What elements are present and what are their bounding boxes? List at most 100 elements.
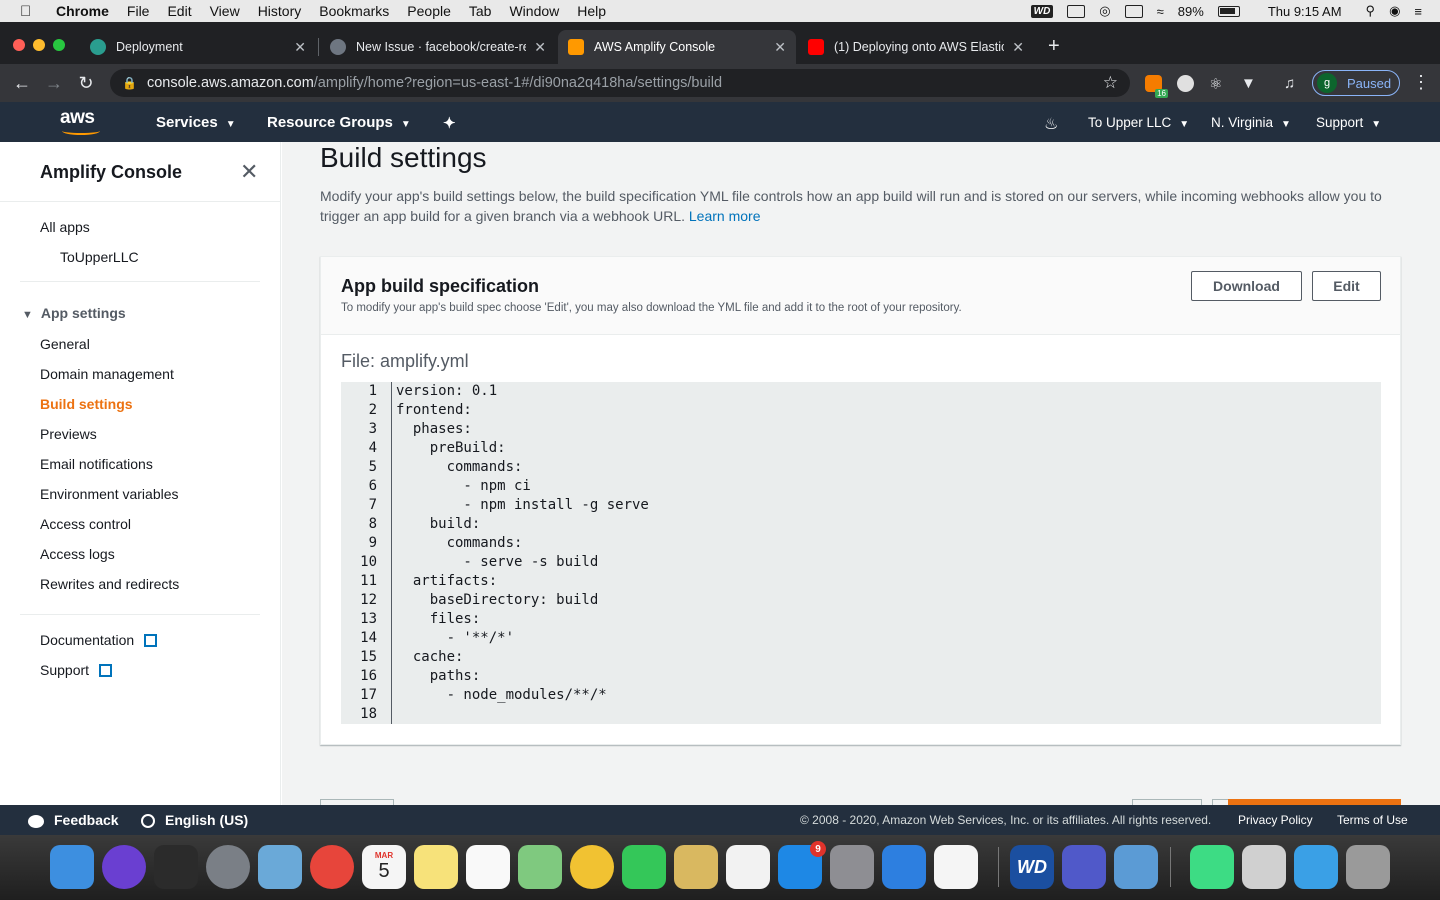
battery-icon[interactable] — [1217, 5, 1240, 17]
code-line[interactable]: paths: — [396, 668, 481, 684]
display-status-icon[interactable] — [1067, 4, 1086, 18]
code-line[interactable]: - npm install -g serve — [396, 497, 648, 513]
tab-aws-amplify-console[interactable]: AWS Amplify Console ✕ — [558, 30, 796, 64]
textedit-icon[interactable] — [726, 845, 770, 889]
trash-icon[interactable] — [1346, 845, 1390, 889]
forward-arrow-icon[interactable]: → — [38, 73, 70, 94]
code-line[interactable]: version: 0.1 — [396, 383, 497, 399]
bookmark-star-icon[interactable]: ☆ — [1103, 73, 1118, 93]
sidebar-item-email-notifications[interactable]: Email notifications — [40, 456, 153, 472]
wd-icon[interactable]: WD — [1010, 845, 1054, 889]
globe-status-icon[interactable]: ◎ — [1099, 3, 1110, 19]
bell-icon[interactable]: ♨ — [1044, 114, 1058, 134]
apple-icon[interactable]:  — [20, 3, 36, 20]
sidebar-section-app-settings[interactable]: ▼ App settings — [22, 305, 126, 321]
sidebar-item-rewrites-redirects[interactable]: Rewrites and redirects — [40, 576, 179, 592]
extension-icon[interactable] — [1177, 75, 1194, 92]
file-archive-icon[interactable] — [1242, 845, 1286, 889]
address-bar[interactable]: 🔒 console.aws.amazon.com/amplify/home?re… — [110, 69, 1130, 97]
close-tab-icon[interactable]: ✕ — [774, 39, 786, 56]
teams-icon[interactable] — [1062, 845, 1106, 889]
menu-file[interactable]: File — [127, 3, 150, 19]
notification-center-icon[interactable]: ≡ — [1414, 4, 1422, 19]
react-devtools-icon[interactable]: ⚛ — [1209, 75, 1226, 93]
resource-groups-menu[interactable]: Resource Groups ▼ — [267, 114, 411, 131]
zoom-window-button[interactable] — [53, 39, 65, 51]
code-line[interactable]: commands: — [396, 535, 523, 551]
tab-youtube[interactable]: (1) Deploying onto AWS Elastic Beanstalk… — [798, 30, 1034, 64]
news-icon[interactable] — [934, 845, 978, 889]
wifi-icon[interactable]: ≈ — [1157, 4, 1164, 19]
airplay-icon[interactable] — [1124, 4, 1143, 18]
sidebar-item-build-settings[interactable]: Build settings — [40, 396, 133, 412]
chrome-icon[interactable] — [310, 845, 354, 889]
preview-icon[interactable] — [258, 845, 302, 889]
menu-people[interactable]: People — [407, 3, 451, 19]
launchpad-icon[interactable] — [206, 845, 250, 889]
code-line[interactable]: build: — [396, 516, 481, 532]
new-tab-icon[interactable]: + — [1048, 35, 1060, 58]
code-line[interactable]: phases: — [396, 421, 472, 437]
photos-icon[interactable] — [570, 845, 614, 889]
menu-history[interactable]: History — [258, 3, 302, 19]
sidebar-item-app[interactable]: ToUpperLLC — [60, 249, 139, 265]
code-line[interactable]: frontend: — [396, 402, 472, 418]
menu-app-name[interactable]: Chrome — [56, 3, 109, 19]
language-selector[interactable]: English (US) — [141, 812, 248, 829]
sidebar-item-access-logs[interactable]: Access logs — [40, 546, 115, 562]
sidebar-item-support[interactable]: Support — [40, 662, 113, 678]
code-line[interactable]: - node_modules/**/* — [396, 687, 607, 703]
services-menu[interactable]: Services ▼ — [156, 114, 236, 131]
sidebar-item-environment-variables[interactable]: Environment variables — [40, 486, 179, 502]
menu-window[interactable]: Window — [509, 3, 559, 19]
code-editor[interactable]: 1 2 3 4 5 6 7 8 9 10 11 12 13 14 15 16 17 18 version: 0.1… — [341, 382, 1381, 724]
extension-badge-icon[interactable]: 16 — [1145, 75, 1168, 98]
activity-monitor-icon[interactable] — [154, 845, 198, 889]
download-button[interactable]: Download — [1191, 271, 1302, 301]
xcode-icon[interactable] — [882, 845, 926, 889]
sidebar-item-domain-management[interactable]: Domain management — [40, 366, 174, 382]
image-capture-icon[interactable] — [1114, 845, 1158, 889]
learn-more-link[interactable]: Learn more — [689, 208, 761, 224]
sidebar-item-all-apps[interactable]: All apps — [40, 219, 90, 235]
code-line[interactable]: - serve -s build — [396, 554, 598, 570]
menu-help[interactable]: Help — [577, 3, 606, 19]
close-icon[interactable]: ✕ — [240, 159, 258, 185]
tab-new-issue[interactable]: New Issue · facebook/create-react-app ✕ — [320, 30, 556, 64]
edit-button[interactable]: Edit — [1312, 271, 1381, 301]
support-menu[interactable]: Support ▼ — [1316, 115, 1381, 130]
facetime-icon[interactable] — [622, 845, 666, 889]
close-tab-icon[interactable]: ✕ — [1012, 39, 1024, 56]
finder-icon[interactable] — [50, 845, 94, 889]
sidebar-item-access-control[interactable]: Access control — [40, 516, 131, 532]
minimize-window-button[interactable] — [33, 39, 45, 51]
account-menu[interactable]: To Upper LLC ▼ — [1088, 115, 1189, 130]
battery-percent[interactable]: 89% — [1178, 4, 1204, 19]
notes-icon[interactable] — [414, 845, 458, 889]
back-arrow-icon[interactable]: ← — [6, 73, 38, 94]
folder-icon[interactable] — [1294, 845, 1338, 889]
spotlight-icon[interactable]: ⚲ — [1366, 3, 1376, 19]
code-line[interactable]: - '**/*' — [396, 630, 514, 646]
clock[interactable]: Thu 9:15 AM — [1268, 4, 1342, 19]
close-window-button[interactable] — [13, 39, 25, 51]
code-line[interactable]: cache: — [396, 649, 464, 665]
menu-edit[interactable]: Edit — [167, 3, 191, 19]
wd-status-icon[interactable]: WD — [1030, 4, 1054, 18]
reminders-icon[interactable] — [466, 845, 510, 889]
code-line[interactable]: artifacts: — [396, 573, 497, 589]
pin-icon[interactable]: ✦ — [443, 114, 456, 132]
code-line[interactable]: baseDirectory: build — [396, 592, 599, 608]
code-line[interactable]: files: — [396, 611, 481, 627]
calendar-icon[interactable]: MAR 5 — [362, 845, 406, 889]
close-tab-icon[interactable]: ✕ — [294, 39, 306, 56]
region-menu[interactable]: N. Virginia ▼ — [1211, 115, 1291, 130]
close-tab-icon[interactable]: ✕ — [534, 39, 546, 56]
menu-bookmarks[interactable]: Bookmarks — [319, 3, 389, 19]
chrome-menu-icon[interactable]: ⋮ — [1412, 72, 1430, 93]
sidebar-item-documentation[interactable]: Documentation — [40, 632, 158, 648]
sidebar-item-previews[interactable]: Previews — [40, 426, 97, 442]
android-studio-icon[interactable] — [1190, 845, 1234, 889]
maps-icon[interactable] — [518, 845, 562, 889]
mail-icon[interactable] — [674, 845, 718, 889]
